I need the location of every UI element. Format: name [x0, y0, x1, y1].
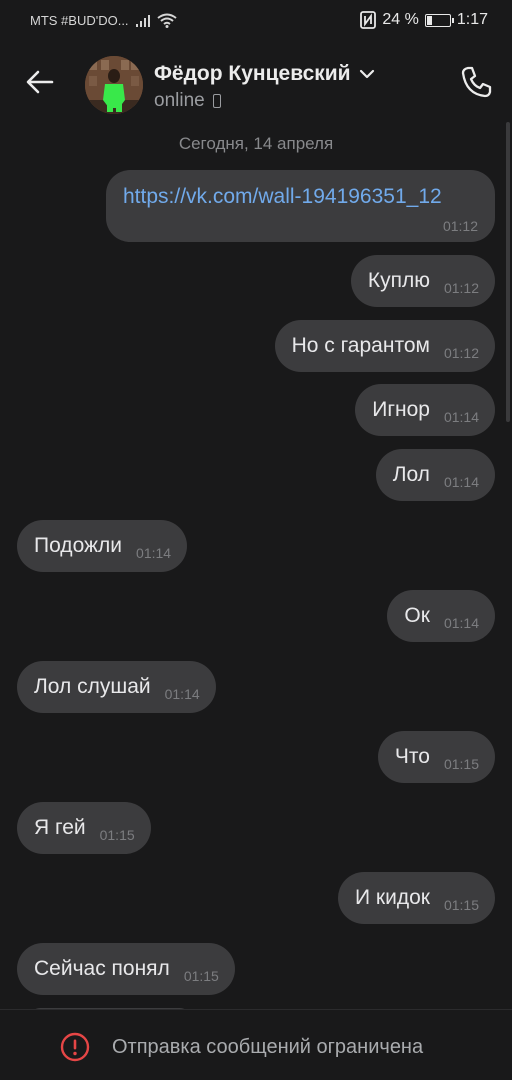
arrow-left-icon [26, 70, 54, 94]
message-bubble-outgoing[interactable]: Ок 01:14 [387, 590, 495, 642]
chat-header: Фёдор Кунцевский online [0, 44, 512, 124]
message-text: Я гей [34, 816, 86, 839]
message-time: 01:15 [443, 897, 479, 913]
message-time: 01:14 [443, 615, 479, 631]
wifi-icon [156, 13, 177, 28]
restriction-notice: Отправка сообщений ограничена [60, 1032, 423, 1062]
message-time: 01:15 [99, 827, 135, 843]
mobile-device-icon [212, 94, 221, 108]
message-time: 01:15 [183, 968, 219, 984]
date-separator: Сегодня, 14 апреля [178, 134, 334, 153]
contact-avatar[interactable] [85, 56, 143, 114]
message-bubble-outgoing[interactable]: Что 01:15 [377, 731, 495, 783]
message-bubble-outgoing[interactable]: https://vk.com/wall-194196351_12 01:12 [106, 170, 495, 242]
message-time: 01:14 [443, 474, 479, 490]
clock: 1:17 [456, 11, 488, 28]
restriction-text: Отправка сообщений ограничена [112, 1035, 424, 1058]
input-restriction-bar: Отправка сообщений ограничена [0, 1009, 512, 1080]
battery-icon [424, 13, 454, 27]
message-text: Что [394, 745, 430, 768]
message-time: 01:12 [442, 218, 478, 234]
message-text: Подожли [34, 534, 123, 557]
message-text: Сейчас понял [34, 957, 170, 980]
message-bubble-incoming[interactable]: Я гей 01:15 [17, 802, 151, 854]
scrollbar[interactable] [506, 122, 510, 422]
avatar-image [85, 56, 143, 114]
status-bar-right: 24 % 1:17 [360, 11, 488, 29]
message-text: Куплю [367, 269, 430, 292]
nfc-icon [360, 11, 377, 29]
online-status: online [154, 90, 205, 111]
battery-percent: 24 % [382, 11, 419, 28]
signal-icon [135, 14, 150, 27]
message-link[interactable]: https://vk.com/wall-194196351_12 [123, 185, 442, 209]
call-button[interactable] [458, 64, 494, 100]
status-bar: MTS #BUD'DO... 24 % 1:17 [0, 0, 512, 44]
contact-name: Фёдор Кунцевский [154, 62, 351, 85]
message-bubble-incoming[interactable]: Лол слушай 01:14 [17, 661, 216, 713]
message-time: 01:14 [443, 409, 479, 425]
message-text: Игнор [372, 398, 430, 421]
message-text: Лол [392, 463, 430, 486]
message-time: 01:14 [136, 545, 172, 561]
status-bar-left: MTS #BUD'DO... [30, 13, 177, 28]
battery-level-fill [426, 15, 432, 25]
message-bubble-outgoing[interactable]: Но с гарантом 01:12 [274, 320, 495, 372]
message-text: Ок [404, 604, 430, 627]
message-bubble-incoming[interactable]: Сейчас понял 01:15 [17, 943, 235, 995]
message-time: 01:12 [443, 280, 479, 296]
warning-circle-icon [60, 1032, 90, 1062]
message-time: 01:14 [164, 686, 200, 702]
back-button[interactable] [22, 64, 58, 100]
contact-name-button[interactable]: Фёдор Кунцевский [154, 62, 375, 86]
contact-status: online [154, 90, 221, 112]
message-bubble-outgoing[interactable]: Куплю 01:12 [350, 255, 495, 307]
message-time: 01:12 [443, 345, 479, 361]
message-bubble-outgoing[interactable]: И кидок 01:15 [337, 872, 495, 924]
message-time: 01:15 [443, 756, 479, 772]
chevron-down-icon [359, 69, 374, 79]
phone-call-icon [461, 66, 492, 98]
carrier-name: MTS #BUD'DO... [30, 13, 129, 28]
message-text: И кидок [354, 886, 430, 909]
message-bubble-incoming[interactable]: Подожли 01:14 [17, 520, 188, 572]
message-text: Лол слушай [34, 675, 151, 698]
message-text: Но с гарантом [291, 334, 430, 357]
message-bubble-outgoing[interactable]: Игнор 01:14 [355, 384, 495, 436]
message-bubble-outgoing[interactable]: Лол 01:14 [375, 449, 495, 501]
